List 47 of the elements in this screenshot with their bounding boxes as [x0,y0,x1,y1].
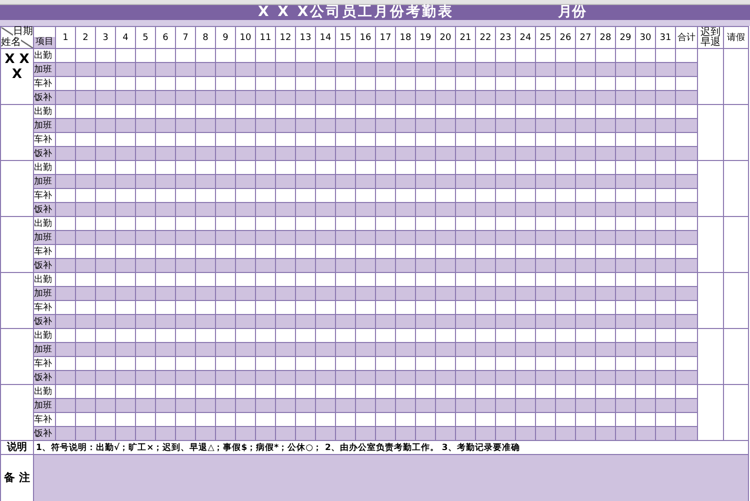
day-header: 2 [76,26,96,48]
day-header: 3 [96,26,116,48]
name-cell [0,160,34,216]
name-cell [0,272,34,328]
month-label: 月份 [558,5,586,20]
day-header: 17 [376,26,396,48]
day-header: 14 [316,26,336,48]
day-header: 27 [576,26,596,48]
day-header: 24 [516,26,536,48]
day-header: 4 [116,26,136,48]
day-header: 13 [296,26,316,48]
day-header: 6 [156,26,176,48]
leave-header: 请假 [724,26,748,48]
name-cell [0,104,34,160]
day-header: 10 [236,26,256,48]
name-cell [0,216,34,272]
day-header: 7 [176,26,196,48]
day-header: 11 [256,26,276,48]
sheet-title: X X X公司员工月份考勤表 [258,5,454,20]
late-header: 迟到早退 [698,26,724,48]
day-header: 30 [636,26,656,48]
item-label: 项目 [36,37,54,47]
day-header: 19 [416,26,436,48]
name-cell [0,384,34,440]
day-header: 21 [456,26,476,48]
day-header: 1 [56,26,76,48]
day-header: 25 [536,26,556,48]
day-header: 16 [356,26,376,48]
day-header: 23 [496,26,516,48]
day-header: 26 [556,26,576,48]
day-header: 8 [196,26,216,48]
name-cell [0,328,34,384]
day-header: 22 [476,26,496,48]
remarks-label: 备 注 [0,454,34,501]
day-header: 29 [616,26,636,48]
name-cell: X X X [0,48,34,104]
day-header: 15 [336,26,356,48]
day-header: 5 [136,26,156,48]
day-header: 31 [656,26,676,48]
day-header: 9 [216,26,236,48]
total-header: 合计 [676,26,698,48]
day-header: 20 [436,26,456,48]
day-header: 28 [596,26,616,48]
day-header: 18 [396,26,416,48]
date-label: 日期 [13,27,33,37]
day-header: 12 [276,26,296,48]
name-label: 姓名 [1,38,21,48]
